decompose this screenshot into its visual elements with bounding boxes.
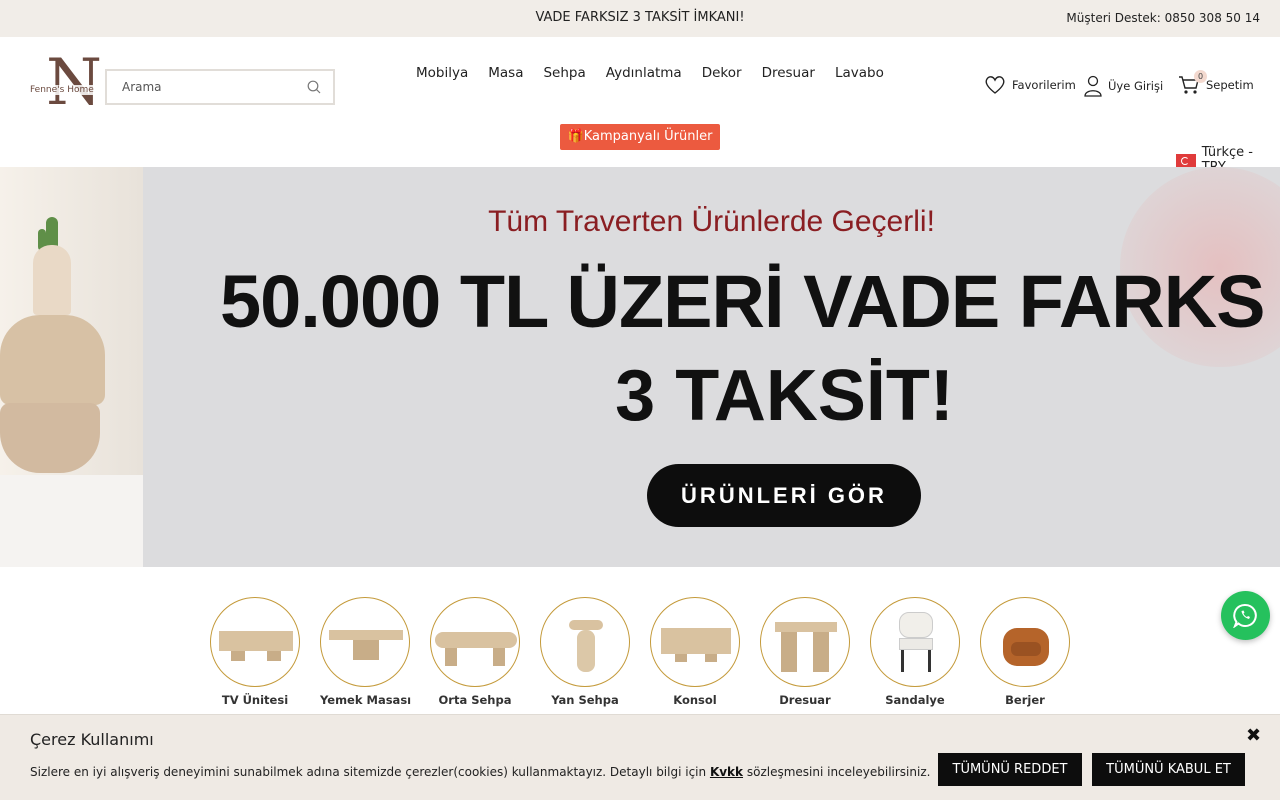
logo-name: Fenne's Home — [28, 85, 96, 95]
category-yemek-masasi[interactable]: Yemek Masası — [320, 597, 412, 707]
cart-count-badge: 0 — [1194, 70, 1207, 83]
hero-title-line2: 3 TAKSİT! — [615, 356, 954, 436]
category-carousel: TV Ünitesi Yemek Masası Orta Sehpa Yan S… — [210, 597, 1070, 707]
whatsapp-icon — [1233, 603, 1257, 628]
nav-item-lavabo[interactable]: Lavabo — [825, 65, 894, 81]
cookie-banner: Çerez Kullanımı Sizlere en iyi alışveriş… — [0, 714, 1280, 800]
nav-item-dresuar[interactable]: Dresuar — [752, 65, 825, 81]
nav-item-dekor[interactable]: Dekor — [692, 65, 752, 81]
nav-item-mobilya[interactable]: Mobilya — [406, 65, 478, 81]
category-berjer[interactable]: Berjer — [980, 597, 1070, 707]
category-orta-sehpa[interactable]: Orta Sehpa — [430, 597, 520, 707]
category-image — [870, 597, 960, 687]
cookie-text: Sizlere en iyi alışveriş deneyimini suna… — [30, 765, 930, 779]
category-label: Yan Sehpa — [551, 693, 619, 707]
cookie-title: Çerez Kullanımı — [30, 730, 154, 749]
category-label: Konsol — [673, 693, 717, 707]
campaign-button[interactable]: 🎁Kampanyalı Ürünler — [560, 124, 720, 150]
nav-item-aydinlatma[interactable]: Aydınlatma — [596, 65, 692, 81]
heart-icon — [985, 76, 1005, 94]
category-label: Dresuar — [779, 693, 831, 707]
category-image — [650, 597, 740, 687]
category-label: Sandalye — [885, 693, 945, 707]
nav-item-sehpa[interactable]: Sehpa — [533, 65, 595, 81]
category-image — [540, 597, 630, 687]
category-label: Yemek Masası — [320, 693, 412, 707]
site-header: N Fenne's Home Mobilya Masa Sehpa Aydınl… — [0, 37, 1280, 175]
reject-all-button[interactable]: TÜMÜNÜ REDDET — [938, 753, 1082, 786]
logo[interactable]: N Fenne's Home — [28, 51, 108, 117]
category-konsol[interactable]: Konsol — [650, 597, 740, 707]
user-icon — [1084, 75, 1102, 97]
hero-banner[interactable]: Tüm Traverten Ürünlerde Geçerli! 50.000 … — [0, 167, 1280, 567]
close-icon[interactable]: ✖ — [1246, 725, 1261, 746]
category-image — [760, 597, 850, 687]
category-label: Berjer — [1005, 693, 1045, 707]
category-image — [430, 597, 520, 687]
nav-item-masa[interactable]: Masa — [478, 65, 533, 81]
logo-letter: N — [46, 46, 102, 120]
category-yan-sehpa[interactable]: Yan Sehpa — [540, 597, 630, 707]
category-label: Orta Sehpa — [438, 693, 512, 707]
cookie-text-after: sözleşmesini inceleyebilirsiniz. — [743, 765, 931, 779]
hero-subtitle: Tüm Traverten Ürünlerde Geçerli! — [488, 205, 935, 238]
top-bar: VADE FARKSIZ 3 TAKSİT İMKANI! Müşteri De… — [0, 0, 1280, 37]
category-tv-unitesi[interactable]: TV Ünitesi — [210, 597, 300, 707]
hero-title-line1: 50.000 TL ÜZERİ VADE FARKS — [220, 260, 1266, 343]
cookie-text-before: Sizlere en iyi alışveriş deneyimini suna… — [30, 765, 710, 779]
main-nav: Mobilya Masa Sehpa Aydınlatma Dekor Dres… — [406, 65, 894, 81]
search-icon[interactable] — [307, 80, 321, 94]
kvkk-link[interactable]: Kvkk — [710, 765, 743, 779]
turkey-flag-icon — [1176, 153, 1196, 167]
see-products-button[interactable]: ÜRÜNLERİ GÖR — [647, 464, 921, 527]
category-image — [320, 597, 410, 687]
cart-link[interactable]: 0 Sepetim — [1178, 70, 1254, 95]
favorites-label: Favorilerim — [1012, 78, 1076, 92]
login-link[interactable]: Üye Girişi — [1084, 75, 1163, 97]
category-sandalye[interactable]: Sandalye — [870, 597, 960, 707]
cart-label: Sepetim — [1206, 78, 1254, 92]
accept-all-button[interactable]: TÜMÜNÜ KABUL ET — [1092, 753, 1245, 786]
search-box — [105, 69, 335, 105]
login-label: Üye Girişi — [1108, 79, 1164, 93]
category-dresuar[interactable]: Dresuar — [760, 597, 850, 707]
whatsapp-button[interactable] — [1221, 591, 1270, 640]
search-input[interactable] — [107, 71, 297, 103]
category-image — [210, 597, 300, 687]
category-label: TV Ünitesi — [221, 693, 289, 707]
favorites-link[interactable]: Favorilerim — [984, 75, 1076, 95]
hero-photo — [0, 167, 143, 567]
category-image — [980, 597, 1070, 687]
support-phone[interactable]: Müşteri Destek: 0850 308 50 14 — [1066, 11, 1260, 25]
